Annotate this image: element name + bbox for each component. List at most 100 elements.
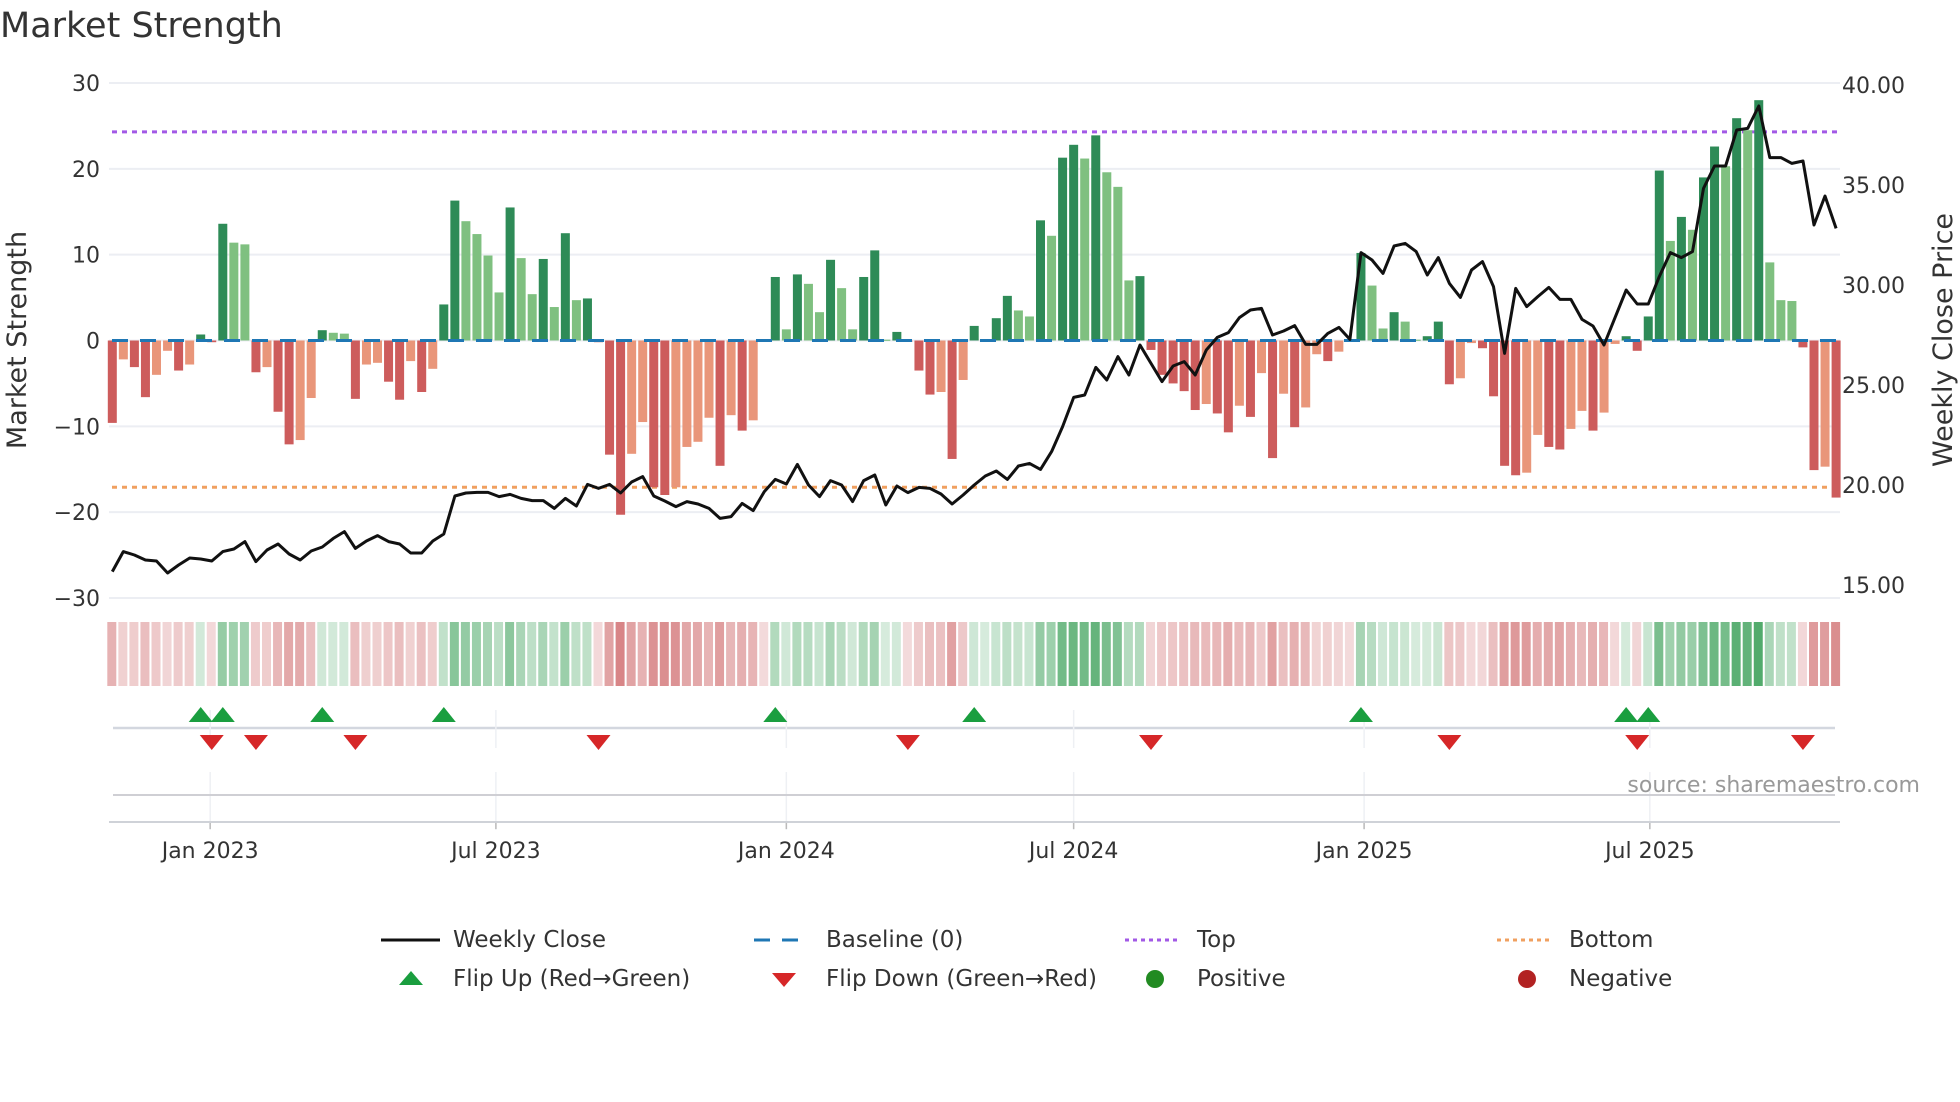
heat-cell xyxy=(1576,622,1586,686)
heat-cell xyxy=(1378,622,1388,686)
heat-cell xyxy=(1433,622,1443,686)
heat-cell xyxy=(1256,622,1266,686)
heat-cell xyxy=(637,622,647,686)
flip-up-marker xyxy=(431,707,456,722)
heat-cell xyxy=(1610,622,1620,686)
negative-bar xyxy=(174,340,184,371)
positive-bar xyxy=(837,288,847,341)
y-right-tick-label: 30.00 xyxy=(1842,274,1905,299)
heat-cell xyxy=(1157,622,1167,686)
heat-cell xyxy=(770,622,780,686)
heat-cell xyxy=(648,622,658,686)
heat-cell xyxy=(1400,622,1410,686)
positive-bar xyxy=(1024,316,1034,341)
dotted-line-icon xyxy=(1497,938,1553,942)
heat-cell xyxy=(1333,622,1343,686)
negative-bar xyxy=(1544,340,1554,447)
positive-bar xyxy=(1102,172,1112,341)
heat-cell xyxy=(1797,622,1807,686)
positive-bar xyxy=(527,294,537,341)
positive-bar xyxy=(1080,158,1090,341)
negative-bar xyxy=(1168,340,1178,384)
heat-cell xyxy=(1632,622,1642,686)
negative-bar xyxy=(1334,340,1344,352)
heat-cell xyxy=(1753,622,1763,686)
flip-up-marker xyxy=(210,707,235,722)
heat-cell xyxy=(206,622,216,686)
negative-bar xyxy=(660,340,670,495)
heat-cell xyxy=(913,622,923,686)
legend-item-flip-down: Flip Down (Green→Red) xyxy=(754,964,1097,994)
negative-bar xyxy=(1290,340,1300,428)
positive-bar xyxy=(826,259,836,341)
y-axis-title: Market Strength xyxy=(2,231,33,449)
heat-cell xyxy=(969,622,979,686)
negative-bar xyxy=(1632,340,1642,351)
reference-lines xyxy=(112,130,1840,489)
solid-line-icon xyxy=(381,938,440,942)
heat-cell xyxy=(1278,622,1288,686)
positive-bar xyxy=(969,325,979,341)
legend-label: Flip Up (Red→Green) xyxy=(453,966,691,992)
negative-bar xyxy=(1566,340,1576,429)
heat-cell xyxy=(692,622,702,686)
negative-bar xyxy=(1223,340,1233,433)
negative-bar xyxy=(284,340,294,445)
heat-cell xyxy=(1223,622,1233,686)
negative-bar xyxy=(737,340,747,431)
negative-bar xyxy=(726,340,736,416)
heat-cell xyxy=(273,622,283,686)
heat-cell xyxy=(162,622,172,686)
heat-cell xyxy=(516,622,526,686)
negative-bar xyxy=(693,340,703,442)
negative-bar xyxy=(251,340,261,373)
heat-cell xyxy=(1565,622,1575,686)
positive-bar xyxy=(461,221,471,341)
heat-cell xyxy=(593,622,603,686)
negative-bar xyxy=(185,340,195,365)
heat-cell xyxy=(1709,622,1719,686)
flip-up-marker xyxy=(763,707,788,722)
heat-cell xyxy=(1477,622,1487,686)
negative-bar xyxy=(1301,340,1311,408)
heat-cell xyxy=(1057,622,1067,686)
heat-cell xyxy=(582,622,592,686)
negative-bar xyxy=(1588,340,1598,431)
heat-cell xyxy=(980,622,990,686)
heat-cell xyxy=(383,622,393,686)
positive-bar xyxy=(1732,118,1742,341)
heat-cell xyxy=(306,622,316,686)
flip-down-marker xyxy=(243,735,268,750)
negative-bar xyxy=(1555,340,1565,450)
flip-down-marker xyxy=(343,735,368,750)
positive-bar xyxy=(516,258,526,341)
heat-cell xyxy=(1112,622,1122,686)
negative-bar xyxy=(1500,340,1510,466)
heat-cell xyxy=(1621,622,1631,686)
heat-cell xyxy=(1543,622,1553,686)
heat-cell xyxy=(438,622,448,686)
x-tick-label: Jan 2024 xyxy=(736,839,835,864)
y-right-tick-label: 35.00 xyxy=(1842,174,1905,199)
heat-cell xyxy=(328,622,338,686)
source-label: source: sharemaestro.com xyxy=(1627,773,1920,798)
positive-bar xyxy=(1676,216,1686,341)
heat-cell xyxy=(715,622,725,686)
heat-cell xyxy=(250,622,260,686)
heat-cell xyxy=(107,622,117,686)
negative-bar xyxy=(914,340,924,371)
negative-bar xyxy=(295,340,305,441)
positive-bar xyxy=(848,329,858,341)
heat-cell xyxy=(1698,622,1708,686)
heat-cell xyxy=(372,622,382,686)
heat-cell xyxy=(1731,622,1741,686)
y-right-axis-title: Weekly Close Price xyxy=(1928,213,1959,467)
heat-cell xyxy=(1002,622,1012,686)
heat-cell xyxy=(1588,622,1597,686)
heat-cell xyxy=(1654,622,1664,686)
flip-up-marker xyxy=(1636,707,1661,722)
positive-bar xyxy=(1113,186,1123,341)
x-tick-label: Jul 2025 xyxy=(1603,839,1695,864)
heat-cell xyxy=(1068,622,1078,686)
strength-bars xyxy=(107,100,1841,515)
